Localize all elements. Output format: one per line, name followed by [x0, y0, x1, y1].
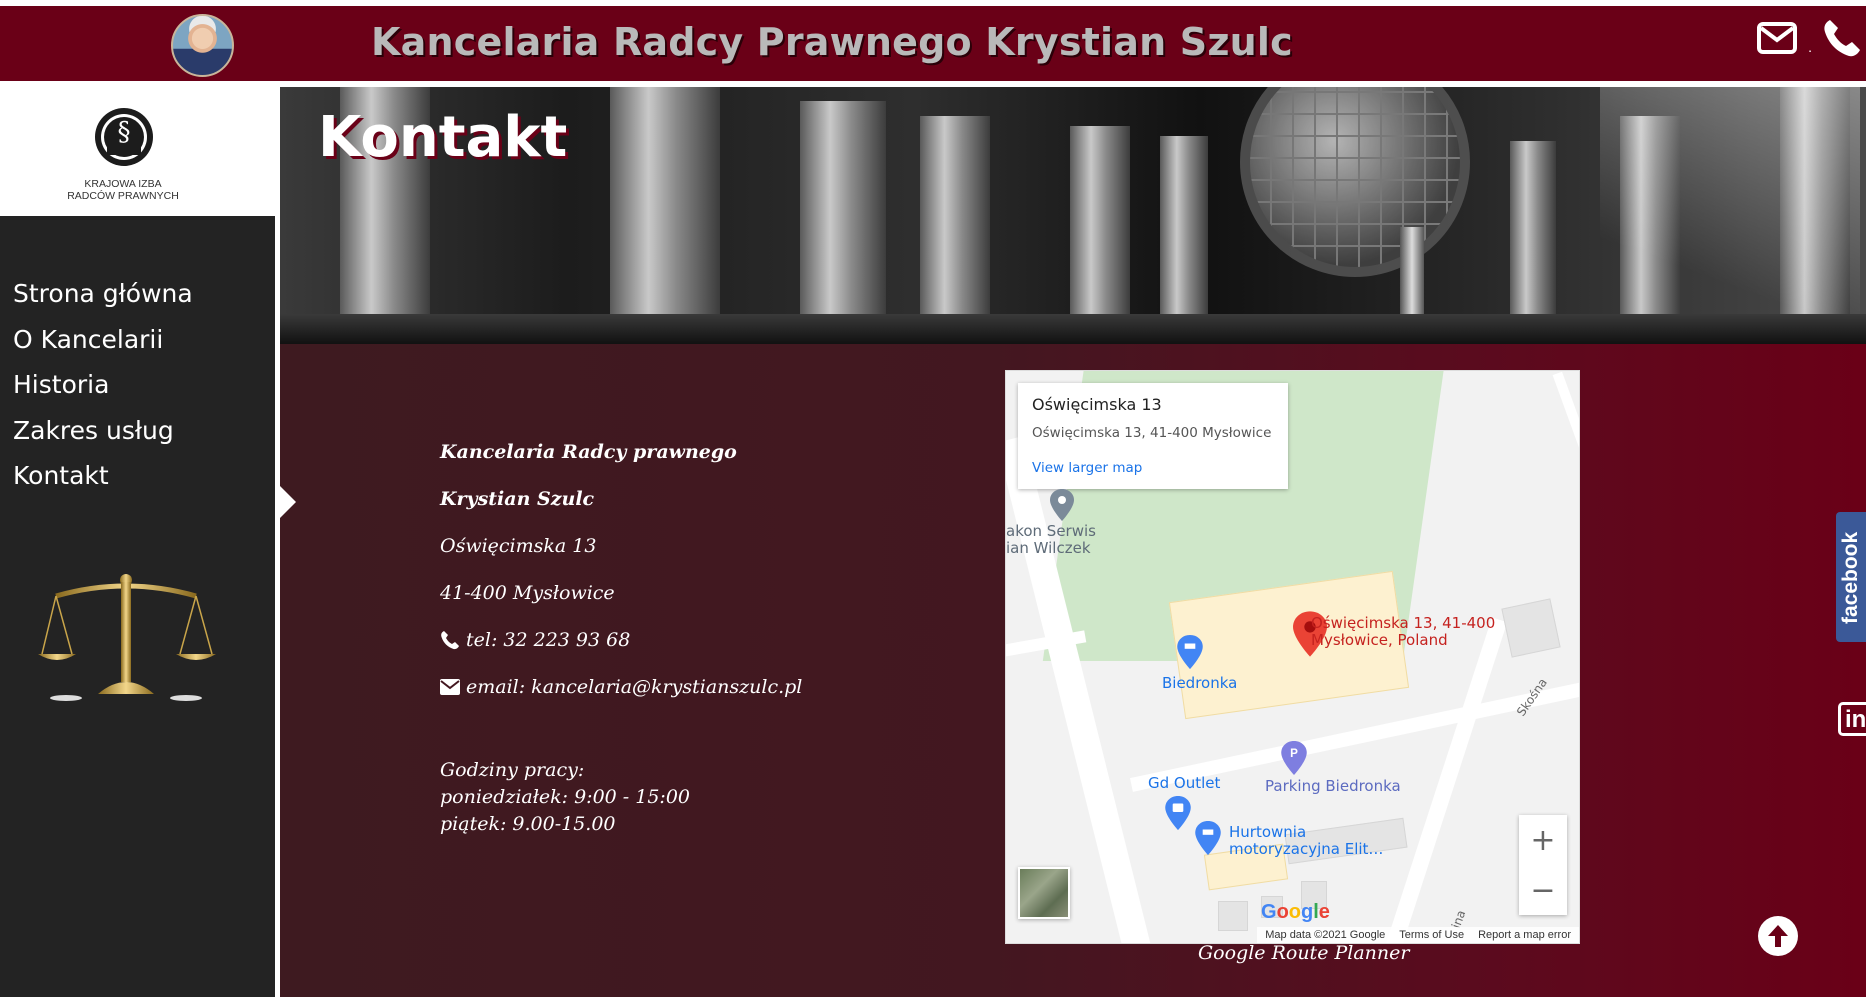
page-title: Kontakt: [318, 105, 568, 170]
poi-serwis-line2: ian Wilczek: [1006, 539, 1091, 557]
map-building: [1218, 901, 1248, 931]
site-title[interactable]: Kancelaria Radcy Prawnego Krystian Szulc: [371, 20, 1293, 64]
map-card-title: Oświęcimska 13: [1032, 395, 1162, 414]
active-nav-pointer: [280, 486, 296, 518]
lawyer-avatar: [171, 14, 234, 77]
poi-hurtownia: Hurtownia motoryzacyjna Elit…: [1229, 824, 1383, 858]
banner-column: [610, 87, 720, 316]
office-hours: Godziny pracy: poniedziałek: 9:00 - 15:0…: [440, 757, 690, 838]
svg-text:P: P: [1290, 747, 1298, 760]
poi-serwis-label: akon Serwis ian Wilczek: [1006, 523, 1096, 557]
contact-phone-row[interactable]: tel: 32 223 93 68: [440, 616, 802, 663]
pin-label-line1: Oświęcimska 13, 41-400: [1311, 614, 1496, 632]
map-road: [1552, 371, 1579, 451]
hours-friday: piątek: 9.00-15.00: [440, 813, 616, 835]
poi-biedronka: Biedronka: [1162, 674, 1238, 692]
contact-firm-name: Kancelaria Radcy prawnego: [440, 440, 737, 463]
shopping-cart-marker-icon[interactable]: [1195, 821, 1221, 855]
map-building: [1501, 598, 1561, 658]
nav-item-about[interactable]: O Kancelarii: [13, 324, 193, 370]
contact-lawyer-name: Krystian Szulc: [440, 487, 595, 510]
map-footer: Map data ©2021 Google Terms of Use Repor…: [1257, 927, 1579, 943]
phone-icon: [441, 630, 459, 649]
page-banner: Kontakt: [280, 87, 1866, 344]
kirp-emblem-icon: §: [95, 108, 153, 166]
banner-column: [1510, 141, 1556, 316]
kirp-caption-line1: KRAJOWA IZBA: [84, 178, 162, 190]
route-planner-link[interactable]: Google Route Planner: [1198, 942, 1409, 964]
facebook-tab[interactable]: facebook: [1836, 512, 1866, 642]
nav-item-contact[interactable]: Kontakt: [13, 460, 193, 506]
banner-column: [800, 101, 886, 316]
main-nav: Strona główna O Kancelarii Historia Zakr…: [13, 278, 193, 506]
poi-outlet: Gd Outlet: [1148, 774, 1221, 792]
linkedin-icon[interactable]: in: [1838, 702, 1866, 736]
envelope-icon[interactable]: [1756, 21, 1798, 55]
phone-icon[interactable]: [1822, 18, 1862, 58]
map-zoom-controls: + −: [1519, 815, 1567, 915]
contact-email-row[interactable]: email: kancelaria@krystianszulc.pl: [440, 663, 802, 710]
svg-text:§: §: [118, 117, 131, 147]
pin-label: Oświęcimska 13, 41-400 Mysłowice, Poland: [1311, 615, 1495, 649]
pin-label-line2: Mysłowice, Poland: [1311, 631, 1448, 649]
contact-info: Kancelaria Radcy prawnego Krystian Szulc…: [440, 428, 802, 710]
map-info-card: Oświęcimska 13 Oświęcimska 13, 41-400 My…: [1018, 383, 1288, 489]
hours-monday: poniedziałek: 9:00 - 15:00: [440, 786, 691, 808]
satellite-view-toggle[interactable]: [1018, 867, 1070, 919]
header-contact-icons: .: [1756, 18, 1862, 58]
kirp-logo-panel: § KRAJOWA IZBA RADCÓW PRAWNYCH: [0, 81, 276, 216]
header-bar: Kancelaria Radcy Prawnego Krystian Szulc…: [0, 4, 1866, 81]
contact-phone: tel: 32 223 93 68: [466, 628, 631, 651]
shopping-cart-marker-icon[interactable]: [1177, 635, 1203, 669]
arrow-up-icon: [1768, 925, 1788, 947]
zoom-out-button[interactable]: −: [1519, 865, 1567, 915]
envelope-icon: [440, 678, 460, 695]
nav-item-services[interactable]: Zakres usług: [13, 415, 193, 461]
contact-street: Oświęcimska 13: [440, 534, 597, 557]
shopping-bag-marker-icon[interactable]: [1165, 796, 1191, 830]
linkedin-label: in: [1845, 706, 1866, 733]
poi-marker-icon[interactable]: [1050, 489, 1074, 521]
scales-of-justice-icon: [38, 574, 216, 701]
banner-column: [1070, 126, 1130, 316]
scroll-to-top-button[interactable]: [1758, 916, 1798, 956]
banner-column: [920, 116, 990, 316]
zoom-in-button[interactable]: +: [1519, 815, 1567, 865]
parking-marker-icon[interactable]: P: [1281, 741, 1307, 775]
map-terms-link[interactable]: Terms of Use: [1399, 929, 1464, 941]
view-larger-map-link[interactable]: View larger map: [1032, 460, 1142, 476]
poi-serwis-line1: akon Serwis: [1006, 522, 1096, 540]
kirp-caption: KRAJOWA IZBA RADCÓW PRAWNYCH: [0, 178, 246, 202]
header-separator: .: [1808, 39, 1812, 55]
banner-floor: [280, 314, 1866, 344]
map-report-error-link[interactable]: Report a map error: [1478, 929, 1571, 941]
banner-light-ray: [1600, 87, 1860, 344]
nav-item-home[interactable]: Strona główna: [13, 278, 193, 324]
page: Kancelaria Radcy Prawnego Krystian Szulc…: [0, 0, 1866, 997]
banner-column: [1160, 136, 1208, 316]
poi-hurtownia-line1: Hurtownia: [1229, 823, 1307, 841]
map-card-address: Oświęcimska 13, 41-400 Mysłowice: [1032, 425, 1272, 441]
poi-hurtownia-line2: motoryzacyjna Elit…: [1229, 840, 1384, 858]
google-map[interactable]: Oświęcimska 13 Oświęcimska 13, 41-400 My…: [1005, 370, 1580, 944]
contact-city: 41-400 Mysłowice: [440, 581, 615, 604]
facebook-label: facebook: [1839, 531, 1862, 624]
map-data-attribution: Map data ©2021 Google: [1265, 929, 1386, 941]
banner-globe: [1240, 87, 1470, 277]
google-logo: Google: [1261, 901, 1330, 923]
kirp-caption-line2: RADCÓW PRAWNYCH: [67, 190, 179, 202]
poi-parking: Parking Biedronka: [1265, 777, 1401, 795]
nav-item-history[interactable]: Historia: [13, 369, 193, 415]
contact-email: email: kancelaria@krystianszulc.pl: [466, 675, 803, 698]
hours-title: Godziny pracy:: [440, 759, 585, 781]
